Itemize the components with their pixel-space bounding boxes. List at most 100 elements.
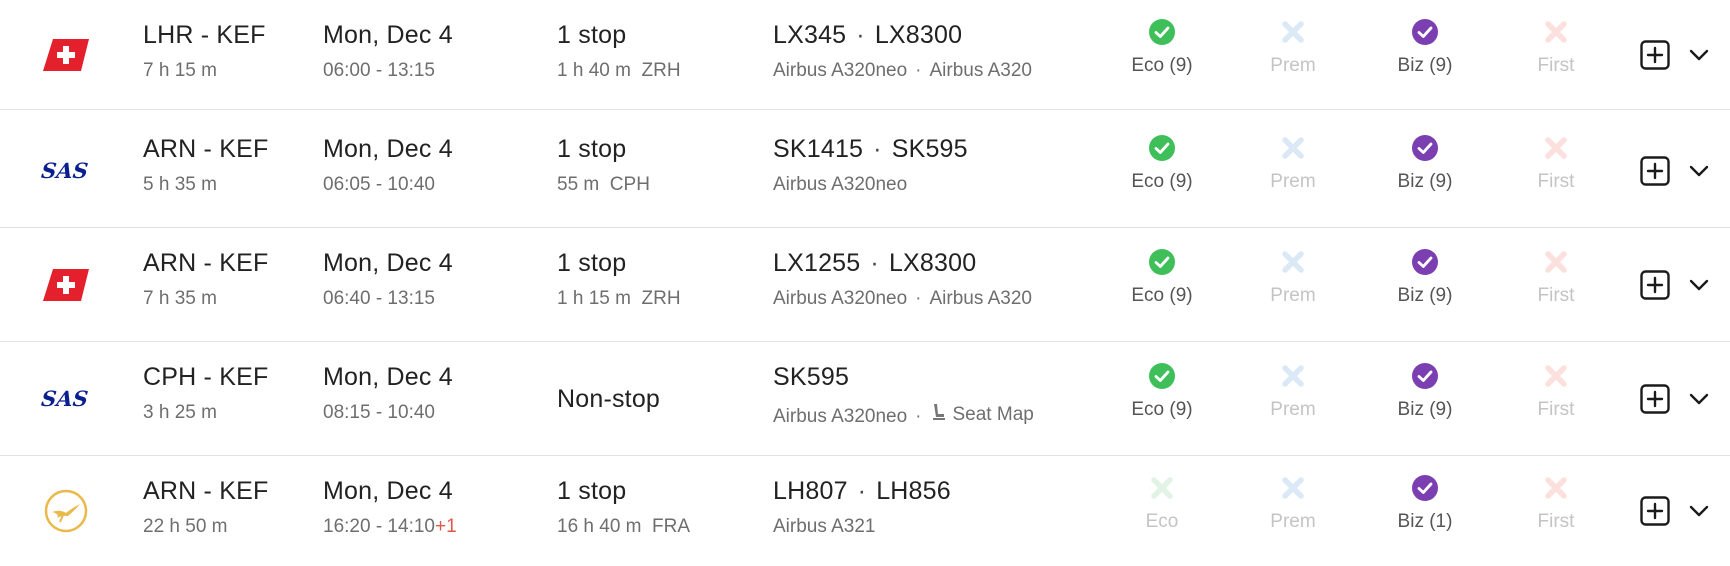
cabin-first[interactable]: First [1506, 134, 1606, 193]
duration: 3 h 25 m [143, 402, 217, 423]
cabin-prem[interactable]: Prem [1243, 474, 1343, 533]
add-flight-button[interactable] [1640, 496, 1670, 526]
cabin-prem[interactable]: Prem [1243, 248, 1343, 307]
cabin-label: First [1537, 285, 1575, 306]
separator-dot: · [915, 406, 922, 427]
flight-info-cell: LX1255 · LX8300 Airbus A320neo · Airbus A320 [773, 249, 1032, 310]
route-cell: LHR - KEF 7 h 15 m [143, 21, 266, 82]
cabin-label: First [1537, 399, 1575, 420]
add-flight-button[interactable] [1640, 39, 1670, 70]
flight-number: SK1415 [773, 135, 864, 163]
x-icon [1243, 18, 1343, 46]
aircraft: Airbus A320 [929, 288, 1032, 309]
route: LHR - KEF [143, 21, 266, 49]
check-circle-icon [1375, 134, 1475, 162]
sas-logo: SAS [40, 145, 92, 197]
flight-number: LH807 [773, 477, 848, 505]
expand-row-button[interactable] [1686, 42, 1712, 68]
expand-row-button[interactable] [1686, 498, 1712, 524]
cabin-biz[interactable]: Biz (9) [1375, 18, 1475, 77]
departure-date: Mon, Dec 4 [323, 135, 453, 163]
flight-row[interactable]: SAS CPH - KEF 3 h 25 m Mon, Dec 4 08:15 - 10… [0, 342, 1730, 456]
times: 16:20 - 14:10 [323, 516, 435, 537]
flight-info-cell: LH807 · LH856 Airbus A321 [773, 477, 951, 538]
flight-row[interactable]: LHR - KEF 7 h 15 m Mon, Dec 4 06:00 - 13:15… [0, 0, 1730, 110]
cabin-prem[interactable]: Prem [1243, 18, 1343, 77]
x-icon [1243, 248, 1343, 276]
cabin-first[interactable]: First [1506, 474, 1606, 533]
seat-map-link[interactable]: Seat Map [930, 402, 1034, 428]
expand-row-button[interactable] [1686, 386, 1712, 412]
cabin-label: Prem [1270, 511, 1316, 532]
expand-row-button[interactable] [1686, 158, 1712, 184]
cabin-label: First [1537, 511, 1575, 532]
plus-square-icon [1640, 39, 1670, 70]
time-range: 06:40 - 13:15 [323, 288, 453, 310]
stops-cell: 1 stop 1 h 40 m ZRH [557, 21, 681, 82]
cabin-eco[interactable]: Eco [1112, 474, 1212, 533]
aircraft: Airbus A320neo [773, 60, 908, 81]
aircraft: Airbus A320neo [773, 174, 908, 195]
flight-info-cell: SK595 Airbus A320neo · Seat Map [773, 363, 1034, 428]
separator-dot: · [915, 60, 922, 81]
cabin-label: First [1537, 171, 1575, 192]
seat-icon [930, 402, 948, 428]
stop-count: 1 stop [557, 249, 627, 277]
cabin-biz[interactable]: Biz (1) [1375, 474, 1475, 533]
plus-square-icon [1640, 155, 1670, 186]
date-cell: Mon, Dec 4 06:05 - 10:40 [323, 135, 453, 196]
cabin-eco[interactable]: Eco (9) [1112, 362, 1212, 421]
cabin-label: Biz (9) [1397, 55, 1453, 76]
cabin-eco[interactable]: Eco (9) [1112, 248, 1212, 307]
cabin-first[interactable]: First [1506, 248, 1606, 307]
times: 06:40 - 13:15 [323, 288, 435, 309]
flight-row[interactable]: ARN - KEF 22 h 50 m Mon, Dec 4 16:20 - 14:1… [0, 456, 1730, 566]
duration: 22 h 50 m [143, 516, 228, 537]
time-range: 08:15 - 10:40 [323, 402, 453, 424]
departure-date: Mon, Dec 4 [323, 477, 453, 505]
expand-row-button[interactable] [1686, 272, 1712, 298]
cabin-biz[interactable]: Biz (9) [1375, 248, 1475, 307]
flight-numbers: LX1255 · LX8300 [773, 249, 1032, 278]
x-icon [1506, 134, 1606, 162]
cabin-first[interactable]: First [1506, 362, 1606, 421]
cabin-biz[interactable]: Biz (9) [1375, 134, 1475, 193]
cabin-label: Eco (9) [1131, 285, 1193, 306]
aircraft-list: Airbus A320neo [773, 174, 968, 196]
cabin-first[interactable]: First [1506, 18, 1606, 77]
cabin-label: Prem [1270, 55, 1316, 76]
cabin-eco[interactable]: Eco (9) [1112, 18, 1212, 77]
flight-info-cell: SK1415 · SK595 Airbus A320neo [773, 135, 968, 196]
add-flight-button[interactable] [1640, 155, 1670, 186]
flight-row[interactable]: SAS ARN - KEF 5 h 35 m Mon, Dec 4 06:05 - 10… [0, 114, 1730, 228]
flight-number: LX1255 [773, 249, 861, 277]
flight-info-cell: LX345 · LX8300 Airbus A320neo · Airbus A320 [773, 21, 1032, 82]
x-icon [1243, 134, 1343, 162]
cabin-label: Prem [1270, 399, 1316, 420]
aircraft-list: Airbus A320neo · Airbus A320 [773, 60, 1032, 82]
cabin-prem[interactable]: Prem [1243, 134, 1343, 193]
date-cell: Mon, Dec 4 08:15 - 10:40 [323, 363, 453, 424]
flight-number: LX345 [773, 21, 847, 49]
cabin-eco[interactable]: Eco (9) [1112, 134, 1212, 193]
cabin-label: Eco (9) [1131, 55, 1193, 76]
chevron-down-icon [1689, 505, 1709, 517]
check-circle-icon [1375, 362, 1475, 390]
flight-row[interactable]: ARN - KEF 7 h 35 m Mon, Dec 4 06:40 - 13:15… [0, 228, 1730, 342]
aircraft: Airbus A321 [773, 516, 876, 537]
add-flight-button[interactable] [1640, 383, 1670, 414]
plus-square-icon [1640, 383, 1670, 414]
duration: 7 h 15 m [143, 60, 217, 81]
times: 06:05 - 10:40 [323, 174, 435, 195]
flight-number: LX8300 [874, 21, 963, 49]
stop-count: 1 stop [557, 135, 627, 163]
times: 06:00 - 13:15 [323, 60, 435, 81]
chevron-down-icon [1689, 279, 1709, 290]
cabin-prem[interactable]: Prem [1243, 362, 1343, 421]
cabin-biz[interactable]: Biz (9) [1375, 362, 1475, 421]
departure-date: Mon, Dec 4 [323, 363, 453, 391]
cabin-label: Biz (1) [1397, 511, 1453, 532]
add-flight-button[interactable] [1640, 269, 1670, 300]
flight-number: LH856 [876, 477, 951, 505]
separator-dot: · [915, 288, 922, 309]
